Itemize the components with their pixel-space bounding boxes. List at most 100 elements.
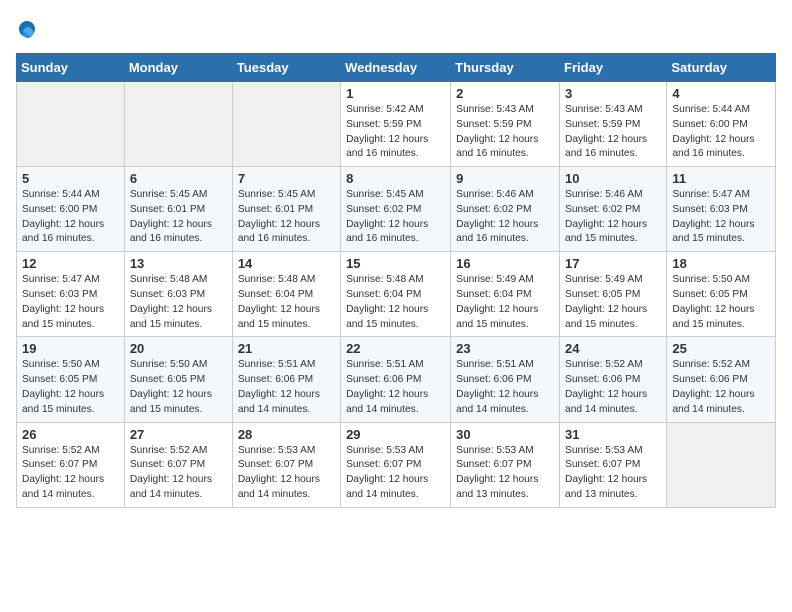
day-info: Sunrise: 5:44 AMSunset: 6:00 PMDaylight:…: [672, 103, 770, 162]
calendar-cell: 30 Sunrise: 5:53 AMSunset: 6:07 PMDayligh…: [451, 422, 560, 507]
day-number: 29: [346, 427, 445, 442]
calendar-cell: [17, 82, 125, 167]
day-number: 11: [672, 171, 770, 186]
day-info: Sunrise: 5:48 AMSunset: 6:04 PMDaylight:…: [346, 273, 445, 332]
day-info: Sunrise: 5:46 AMSunset: 6:02 PMDaylight:…: [456, 188, 554, 247]
header: [16, 16, 776, 45]
day-info: Sunrise: 5:52 AMSunset: 6:06 PMDaylight:…: [672, 358, 770, 417]
weekday-header-monday: Monday: [124, 54, 232, 82]
day-number: 2: [456, 86, 554, 101]
calendar-cell: 18 Sunrise: 5:50 AMSunset: 6:05 PMDayligh…: [667, 252, 776, 337]
calendar-cell: 5 Sunrise: 5:44 AMSunset: 6:00 PMDaylight…: [17, 167, 125, 252]
day-number: 7: [238, 171, 335, 186]
calendar-cell: 3 Sunrise: 5:43 AMSunset: 5:59 PMDaylight…: [560, 82, 667, 167]
day-number: 13: [130, 256, 227, 271]
day-info: Sunrise: 5:46 AMSunset: 6:02 PMDaylight:…: [565, 188, 661, 247]
calendar-cell: 25 Sunrise: 5:52 AMSunset: 6:06 PMDayligh…: [667, 337, 776, 422]
day-info: Sunrise: 5:42 AMSunset: 5:59 PMDaylight:…: [346, 103, 445, 162]
calendar-cell: 20 Sunrise: 5:50 AMSunset: 6:05 PMDayligh…: [124, 337, 232, 422]
day-number: 23: [456, 341, 554, 356]
day-info: Sunrise: 5:51 AMSunset: 6:06 PMDaylight:…: [238, 358, 335, 417]
calendar-cell: 24 Sunrise: 5:52 AMSunset: 6:06 PMDayligh…: [560, 337, 667, 422]
day-info: Sunrise: 5:53 AMSunset: 6:07 PMDaylight:…: [346, 444, 445, 503]
day-number: 8: [346, 171, 445, 186]
day-info: Sunrise: 5:49 AMSunset: 6:05 PMDaylight:…: [565, 273, 661, 332]
calendar-cell: 31 Sunrise: 5:53 AMSunset: 6:07 PMDayligh…: [560, 422, 667, 507]
day-number: 20: [130, 341, 227, 356]
calendar-week-4: 19 Sunrise: 5:50 AMSunset: 6:05 PMDayligh…: [17, 337, 776, 422]
day-info: Sunrise: 5:45 AMSunset: 6:02 PMDaylight:…: [346, 188, 445, 247]
calendar-cell: 8 Sunrise: 5:45 AMSunset: 6:02 PMDaylight…: [341, 167, 451, 252]
day-number: 22: [346, 341, 445, 356]
calendar-cell: 29 Sunrise: 5:53 AMSunset: 6:07 PMDayligh…: [341, 422, 451, 507]
day-number: 19: [22, 341, 119, 356]
day-info: Sunrise: 5:45 AMSunset: 6:01 PMDaylight:…: [130, 188, 227, 247]
day-info: Sunrise: 5:50 AMSunset: 6:05 PMDaylight:…: [22, 358, 119, 417]
calendar-cell: 17 Sunrise: 5:49 AMSunset: 6:05 PMDayligh…: [560, 252, 667, 337]
day-number: 21: [238, 341, 335, 356]
day-info: Sunrise: 5:48 AMSunset: 6:03 PMDaylight:…: [130, 273, 227, 332]
calendar-cell: [667, 422, 776, 507]
calendar-cell: 2 Sunrise: 5:43 AMSunset: 5:59 PMDaylight…: [451, 82, 560, 167]
day-number: 16: [456, 256, 554, 271]
weekday-header-tuesday: Tuesday: [232, 54, 340, 82]
calendar-cell: 15 Sunrise: 5:48 AMSunset: 6:04 PMDayligh…: [341, 252, 451, 337]
day-number: 24: [565, 341, 661, 356]
day-info: Sunrise: 5:49 AMSunset: 6:04 PMDaylight:…: [456, 273, 554, 332]
day-number: 17: [565, 256, 661, 271]
calendar-cell: 19 Sunrise: 5:50 AMSunset: 6:05 PMDayligh…: [17, 337, 125, 422]
day-number: 30: [456, 427, 554, 442]
calendar-cell: 9Sunrise: 5:46 AMSunset: 6:02 PMDaylight…: [451, 167, 560, 252]
day-number: 6: [130, 171, 227, 186]
weekday-header-thursday: Thursday: [451, 54, 560, 82]
day-info: Sunrise: 5:50 AMSunset: 6:05 PMDaylight:…: [130, 358, 227, 417]
day-info: Sunrise: 5:52 AMSunset: 6:07 PMDaylight:…: [130, 444, 227, 503]
calendar-week-1: 1 Sunrise: 5:42 AMSunset: 5:59 PMDaylight…: [17, 82, 776, 167]
day-number: 14: [238, 256, 335, 271]
calendar-cell: [124, 82, 232, 167]
day-info: Sunrise: 5:53 AMSunset: 6:07 PMDaylight:…: [456, 444, 554, 503]
calendar-cell: [232, 82, 340, 167]
day-info: Sunrise: 5:51 AMSunset: 6:06 PMDaylight:…: [456, 358, 554, 417]
day-number: 18: [672, 256, 770, 271]
calendar-cell: 4Sunrise: 5:44 AMSunset: 6:00 PMDaylight…: [667, 82, 776, 167]
day-number: 27: [130, 427, 227, 442]
calendar-cell: 12Sunrise: 5:47 AMSunset: 6:03 PMDayligh…: [17, 252, 125, 337]
day-info: Sunrise: 5:50 AMSunset: 6:05 PMDaylight:…: [672, 273, 770, 332]
calendar-week-5: 26 Sunrise: 5:52 AMSunset: 6:07 PMDayligh…: [17, 422, 776, 507]
day-number: 1: [346, 86, 445, 101]
day-number: 25: [672, 341, 770, 356]
calendar-cell: 28 Sunrise: 5:53 AMSunset: 6:07 PMDayligh…: [232, 422, 340, 507]
weekday-header-friday: Friday: [560, 54, 667, 82]
day-number: 28: [238, 427, 335, 442]
calendar-cell: 7Sunrise: 5:45 AMSunset: 6:01 PMDaylight…: [232, 167, 340, 252]
day-number: 26: [22, 427, 119, 442]
calendar-cell: 10 Sunrise: 5:46 AMSunset: 6:02 PMDayligh…: [560, 167, 667, 252]
day-number: 10: [565, 171, 661, 186]
day-info: Sunrise: 5:53 AMSunset: 6:07 PMDaylight:…: [565, 444, 661, 503]
day-number: 5: [22, 171, 119, 186]
calendar-cell: 1 Sunrise: 5:42 AMSunset: 5:59 PMDaylight…: [341, 82, 451, 167]
day-info: Sunrise: 5:44 AMSunset: 6:00 PMDaylight:…: [22, 188, 119, 247]
day-info: Sunrise: 5:52 AMSunset: 6:07 PMDaylight:…: [22, 444, 119, 503]
day-number: 15: [346, 256, 445, 271]
day-info: Sunrise: 5:47 AMSunset: 6:03 PMDaylight:…: [672, 188, 770, 247]
calendar-week-2: 5 Sunrise: 5:44 AMSunset: 6:00 PMDaylight…: [17, 167, 776, 252]
calendar-cell: 16 Sunrise: 5:49 AMSunset: 6:04 PMDayligh…: [451, 252, 560, 337]
day-info: Sunrise: 5:52 AMSunset: 6:06 PMDaylight:…: [565, 358, 661, 417]
day-info: Sunrise: 5:53 AMSunset: 6:07 PMDaylight:…: [238, 444, 335, 503]
day-number: 31: [565, 427, 661, 442]
calendar-cell: 13 Sunrise: 5:48 AMSunset: 6:03 PMDayligh…: [124, 252, 232, 337]
weekday-header-saturday: Saturday: [667, 54, 776, 82]
weekday-header-sunday: Sunday: [17, 54, 125, 82]
day-number: 12: [22, 256, 119, 271]
day-number: 3: [565, 86, 661, 101]
calendar-cell: 14 Sunrise: 5:48 AMSunset: 6:04 PMDayligh…: [232, 252, 340, 337]
calendar-cell: 21 Sunrise: 5:51 AMSunset: 6:06 PMDayligh…: [232, 337, 340, 422]
day-info: Sunrise: 5:48 AMSunset: 6:04 PMDaylight:…: [238, 273, 335, 332]
day-info: Sunrise: 5:43 AMSunset: 5:59 PMDaylight:…: [565, 103, 661, 162]
calendar-cell: 11 Sunrise: 5:47 AMSunset: 6:03 PMDayligh…: [667, 167, 776, 252]
logo: [16, 20, 42, 45]
calendar-week-3: 12Sunrise: 5:47 AMSunset: 6:03 PMDayligh…: [17, 252, 776, 337]
day-info: Sunrise: 5:43 AMSunset: 5:59 PMDaylight:…: [456, 103, 554, 162]
